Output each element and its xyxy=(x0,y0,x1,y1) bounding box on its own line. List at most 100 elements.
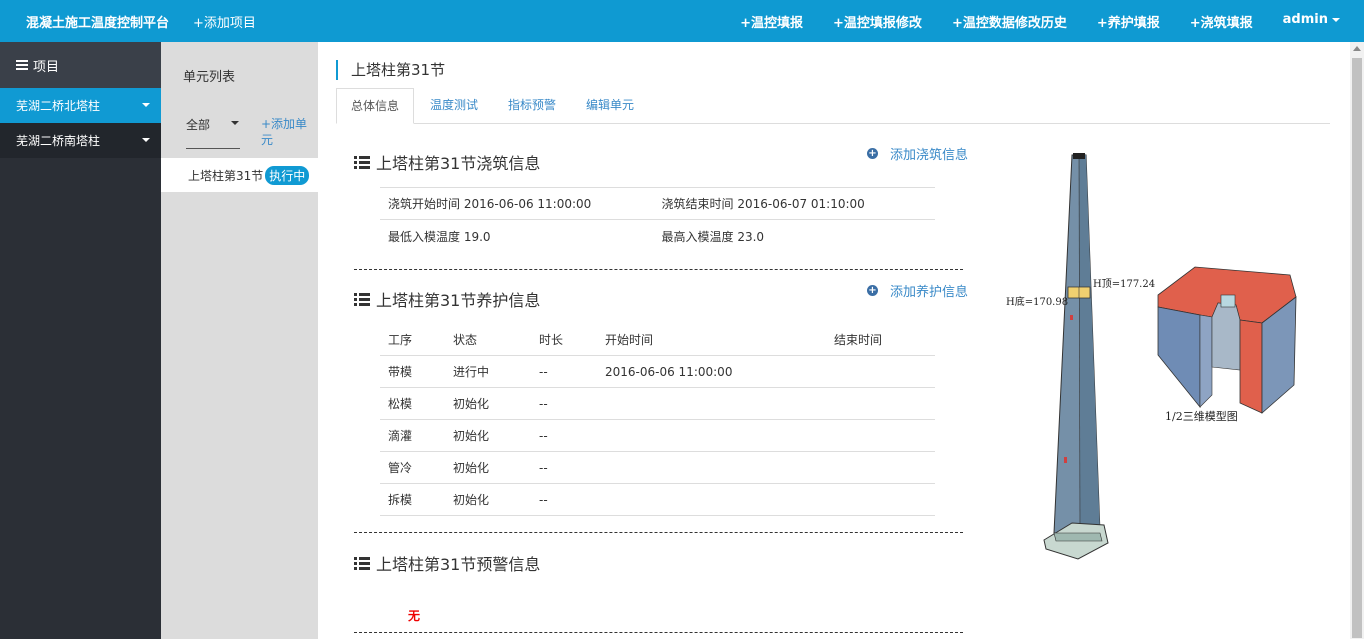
nav-temp-report[interactable]: +温控填报 xyxy=(740,12,803,31)
table-header: 工序 状态 时长 开始时间 结束时间 xyxy=(380,324,935,356)
col-header: 开始时间 xyxy=(605,333,654,347)
table-cell: 带模 xyxy=(388,365,413,379)
min-temp: 最低入模温度 19.0 xyxy=(388,228,662,245)
unit-filter-value: 全部 xyxy=(186,118,211,132)
sidebar-item-north-tower[interactable]: 芜湖二桥北塔柱 xyxy=(0,88,161,123)
sidebar-header-label: 项目 xyxy=(33,59,60,75)
col-header: 工序 xyxy=(388,333,413,347)
nav-pour-report[interactable]: +浇筑填报 xyxy=(1190,12,1253,31)
warning-section-label: 上塔柱第31节预警信息 xyxy=(376,555,541,574)
table-row: 最低入模温度 19.0 最高入模温度 23.0 xyxy=(380,220,935,252)
model-inner-face xyxy=(1199,314,1213,408)
unit-filter-select[interactable]: 全部 xyxy=(186,116,240,149)
table-cell: 滴灌 xyxy=(388,429,413,443)
table-cell: -- xyxy=(539,364,548,379)
h-top-label: H顶=177.24 xyxy=(1093,278,1155,290)
tab-edit-unit[interactable]: 编辑单元 xyxy=(572,88,648,124)
table-row: 带模 进行中 -- 2016-06-06 11:00:00 xyxy=(380,356,935,388)
min-temp-label: 最低入模温度 xyxy=(388,229,461,244)
brand-title[interactable]: 混凝土施工温度控制平台 xyxy=(26,12,169,31)
care-table: 工序 状态 时长 开始时间 结束时间 带模 进行中 -- 2016-06-06 … xyxy=(380,324,935,516)
list-icon xyxy=(354,155,370,169)
pour-start-value: 2016-06-06 11:00:00 xyxy=(463,197,592,211)
nav-care-report[interactable]: +养护填报 xyxy=(1097,12,1160,31)
table-row: 松模 初始化 -- xyxy=(380,388,935,420)
scroll-up-icon[interactable] xyxy=(1353,46,1361,51)
col-header: 时长 xyxy=(539,333,564,347)
table-row: 滴灌 初始化 -- xyxy=(380,420,935,452)
section-divider xyxy=(354,532,963,533)
nav-temp-report-edit[interactable]: +温控填报修改 xyxy=(833,12,922,31)
list-icon xyxy=(354,292,370,306)
table-cell: 拆模 xyxy=(388,493,413,507)
add-care-info-label: 添加养护信息 xyxy=(890,285,969,300)
section-divider xyxy=(354,269,963,270)
tower-mark xyxy=(1070,315,1073,320)
project-sidebar: 项目 芜湖二桥北塔柱 芜湖二桥南塔柱 xyxy=(0,42,161,639)
pour-section-label: 上塔柱第31节浇筑信息 xyxy=(376,154,541,173)
table-cell: 初始化 xyxy=(453,429,490,443)
pour-info-table: 浇筑开始时间 2016-06-06 11:00:00 浇筑结束时间 2016-0… xyxy=(380,187,935,252)
scrollbar-thumb[interactable] xyxy=(1352,58,1362,638)
chevron-down-icon xyxy=(1332,17,1340,22)
tower-shaft-shade xyxy=(1079,155,1100,533)
list-icon xyxy=(354,556,370,570)
table-cell: 管冷 xyxy=(388,461,413,475)
add-pour-info-link[interactable]: + 添加浇筑信息 xyxy=(867,144,968,163)
tab-temperature-test[interactable]: 温度测试 xyxy=(416,88,492,124)
min-temp-value: 19.0 xyxy=(463,229,491,244)
model-left-face xyxy=(1157,306,1201,409)
max-temp-label: 最高入模温度 xyxy=(661,229,734,244)
tower-mark xyxy=(1064,457,1067,463)
pour-start: 浇筑开始时间 2016-06-06 11:00:00 xyxy=(388,195,662,212)
model-front-face xyxy=(1239,319,1263,414)
tower-base-top xyxy=(1053,532,1103,542)
pour-section-title: 上塔柱第31节浇筑信息 xyxy=(354,150,540,174)
model-caption: 1/2三维模型图 xyxy=(1165,409,1238,423)
tab-indicator-warning[interactable]: 指标预警 xyxy=(494,88,570,124)
half-3d-model xyxy=(1157,266,1297,414)
tower-elevation-drawing: H底=170.98 H顶=177.24 1/2三维模型图 xyxy=(1006,153,1297,560)
table-cell: -- xyxy=(539,492,548,507)
table-cell: 初始化 xyxy=(453,493,490,507)
tower-top-cap xyxy=(1073,153,1085,159)
care-section-title: 上塔柱第31节养护信息 xyxy=(354,287,540,311)
pour-end-value: 2016-06-07 01:10:00 xyxy=(737,197,865,211)
max-temp: 最高入模温度 23.0 xyxy=(662,228,936,245)
sidebar-item-label: 芜湖二桥北塔柱 xyxy=(16,99,101,113)
tab-bar: 总体信息 温度测试 指标预警 编辑单元 xyxy=(336,88,1330,124)
plus-circle-icon: + xyxy=(867,148,878,159)
chevron-down-icon xyxy=(142,103,150,107)
table-row: 浇筑开始时间 2016-06-06 11:00:00 浇筑结束时间 2016-0… xyxy=(380,188,935,220)
table-cell: -- xyxy=(539,396,548,411)
page-title: 上塔柱第31节 xyxy=(336,60,445,80)
pour-start-label: 浇筑开始时间 xyxy=(388,197,461,211)
no-warning-text: 无 xyxy=(408,609,421,623)
model-cap xyxy=(1220,294,1236,308)
unit-list-item[interactable]: 上塔柱第31节 执行中 xyxy=(161,158,318,192)
section-divider xyxy=(354,632,963,633)
unit-list-panel: 单元列表 全部 +添加单元 上塔柱第31节 执行中 xyxy=(161,42,318,639)
status-badge: 执行中 xyxy=(265,165,310,185)
table-row: 管冷 初始化 -- xyxy=(380,452,935,484)
user-menu[interactable]: admin xyxy=(1283,12,1340,31)
top-navbar: 混凝土施工温度控制平台 +添加项目 +温控填报 +温控填报修改 +温控数据修改历… xyxy=(0,0,1364,42)
add-care-info-link[interactable]: + 添加养护信息 xyxy=(867,281,968,300)
add-project-link[interactable]: +添加项目 xyxy=(193,12,256,31)
sidebar-item-south-tower[interactable]: 芜湖二桥南塔柱 xyxy=(0,123,161,158)
model-core xyxy=(1211,302,1241,371)
chevron-down-icon xyxy=(142,138,150,142)
col-header: 状态 xyxy=(453,333,478,347)
add-unit-link[interactable]: +添加单元 xyxy=(261,116,311,148)
tab-overview[interactable]: 总体信息 xyxy=(336,88,415,124)
warning-section-title: 上塔柱第31节预警信息 xyxy=(354,551,540,575)
sidebar-header: 项目 xyxy=(0,42,161,88)
chevron-down-icon xyxy=(231,121,239,125)
nav-temp-data-history[interactable]: +温控数据修改历史 xyxy=(952,12,1067,31)
table-cell: 初始化 xyxy=(453,397,490,411)
page-scrollbar[interactable] xyxy=(1350,42,1364,639)
col-header: 结束时间 xyxy=(834,333,883,347)
table-cell: 2016-06-06 11:00:00 xyxy=(605,364,733,379)
care-section-label: 上塔柱第31节养护信息 xyxy=(376,291,541,310)
table-cell: 松模 xyxy=(388,397,413,411)
